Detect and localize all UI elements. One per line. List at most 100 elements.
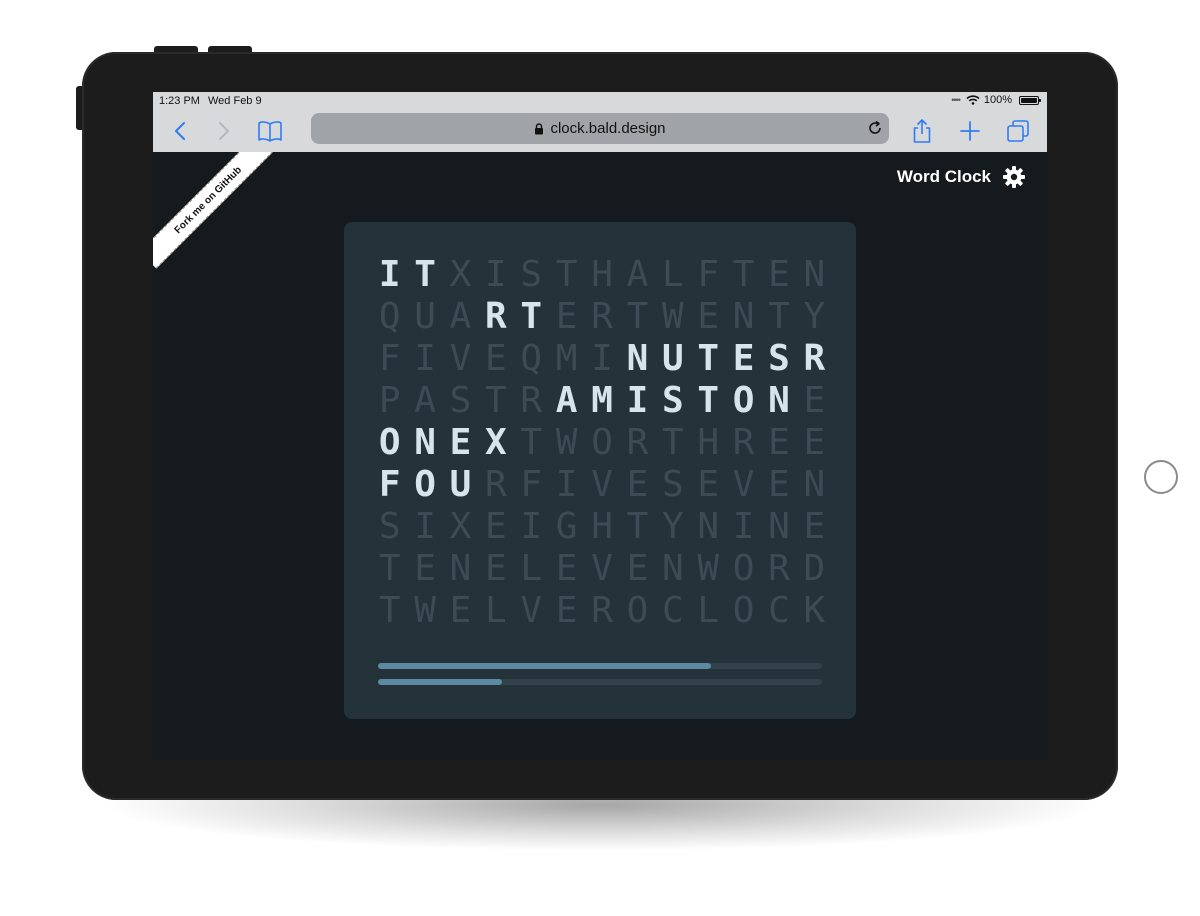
letter-dim: V <box>520 590 543 631</box>
letter-dim: W <box>414 590 436 631</box>
letter-dim: E <box>414 548 436 589</box>
letter-dim: A <box>414 380 436 421</box>
letter-dim: V <box>591 464 613 505</box>
letter-lit: N <box>768 380 790 421</box>
letter-dim: X <box>449 506 472 547</box>
letter-dim: G <box>555 506 578 547</box>
letter-dim: O <box>732 548 755 589</box>
letter-dim: N <box>697 506 720 547</box>
new-tab-icon[interactable] <box>957 118 983 144</box>
letter-dim: E <box>555 590 578 631</box>
back-icon[interactable] <box>167 118 193 144</box>
letter-lit: O <box>732 380 755 421</box>
letter-dim: R <box>485 464 507 505</box>
letter-dim: I <box>555 464 578 505</box>
letter-dim: T <box>485 380 507 421</box>
lock-icon <box>535 122 544 134</box>
cellular-dots-icon: •••• <box>951 95 961 105</box>
letter-dim: F <box>378 338 401 379</box>
letter-dim: O <box>732 590 755 631</box>
letter-lit: T <box>520 296 543 337</box>
letter-lit: U <box>449 464 472 505</box>
share-icon[interactable] <box>909 118 935 144</box>
letter-dim: L <box>697 590 720 631</box>
letter-dim: N <box>449 548 472 589</box>
letter-dim: Y <box>803 296 826 337</box>
letter-dim: U <box>414 296 436 337</box>
minute-progress-fill <box>378 663 711 669</box>
letter-row: FIVEQMINUTESR <box>372 338 832 380</box>
letter-dim: T <box>626 296 649 337</box>
letter-dim: T <box>661 422 684 463</box>
letter-dim: R <box>768 548 790 589</box>
letter-dim: K <box>803 590 826 631</box>
letter-dim: E <box>697 296 720 337</box>
letter-dim: N <box>803 254 826 295</box>
letter-row: ONEXTWORTHREE <box>372 422 832 464</box>
fork-github-ribbon[interactable]: Fork me on GitHub <box>153 152 277 269</box>
letter-dim: A <box>449 296 472 337</box>
letter-grid: ITXISTHALFTENQUARTERTWENTYFIVEQMINUTESRP… <box>372 254 832 632</box>
letter-lit: O <box>414 464 436 505</box>
wifi-icon <box>966 95 980 105</box>
letter-dim: I <box>485 254 507 295</box>
letter-dim: N <box>768 506 790 547</box>
letter-dim: Y <box>661 506 684 547</box>
letter-dim: I <box>732 506 755 547</box>
address-bar[interactable]: clock.bald.design <box>311 113 889 144</box>
letter-dim: E <box>555 548 578 589</box>
letter-dim: Q <box>520 338 543 379</box>
letter-dim: P <box>378 380 401 421</box>
forward-icon[interactable] <box>211 118 237 144</box>
home-button[interactable] <box>1144 460 1178 494</box>
letter-lit: M <box>591 380 613 421</box>
tabs-icon[interactable] <box>1005 118 1031 144</box>
letter-dim: I <box>591 338 613 379</box>
ribbon-label: Fork me on GitHub <box>172 164 244 236</box>
letter-dim: X <box>449 254 472 295</box>
letter-dim: E <box>555 296 578 337</box>
status-time: 1:23 PM <box>159 95 200 107</box>
letter-dim: S <box>378 506 401 547</box>
letter-dim: A <box>626 254 649 295</box>
letter-dim: R <box>591 296 613 337</box>
letter-dim: L <box>485 590 507 631</box>
letter-dim: M <box>555 338 578 379</box>
letter-lit: O <box>378 422 401 463</box>
letter-lit: S <box>768 338 790 379</box>
letter-row: TENELEVENWORD <box>372 548 832 590</box>
letter-dim: W <box>555 422 578 463</box>
letter-dim: T <box>378 590 401 631</box>
status-bar: 1:23 PM Wed Feb 9 •••• 100% <box>153 92 1047 110</box>
letter-dim: R <box>520 380 543 421</box>
word-clock-card: ITXISTHALFTENQUARTERTWENTYFIVEQMINUTESRP… <box>344 222 856 719</box>
letter-dim: T <box>768 296 790 337</box>
gear-icon[interactable] <box>1002 165 1026 189</box>
letter-lit: T <box>697 380 720 421</box>
letter-lit: E <box>732 338 755 379</box>
letter-lit: I <box>378 254 401 295</box>
letter-lit: N <box>626 338 649 379</box>
letter-dim: L <box>520 548 543 589</box>
letter-dim: R <box>626 422 649 463</box>
letter-dim: H <box>697 422 720 463</box>
letter-lit: A <box>555 380 578 421</box>
letter-dim: T <box>732 254 755 295</box>
letter-dim: S <box>661 464 684 505</box>
letter-dim: F <box>697 254 720 295</box>
letter-dim: V <box>591 548 613 589</box>
letter-dim: S <box>520 254 543 295</box>
letter-lit: U <box>661 338 684 379</box>
letter-row: PASTRAMISTONE <box>372 380 832 422</box>
letter-lit: F <box>378 464 401 505</box>
letter-dim: E <box>803 506 826 547</box>
reload-icon[interactable] <box>867 120 883 136</box>
bookmarks-icon[interactable] <box>257 118 283 144</box>
browser-toolbar: clock.bald.design <box>153 110 1047 152</box>
letter-dim: C <box>768 590 790 631</box>
second-progress-fill <box>378 679 503 685</box>
letter-dim: D <box>803 548 826 589</box>
letter-dim: T <box>378 548 401 589</box>
letter-dim: T <box>626 506 649 547</box>
letter-dim: T <box>555 254 578 295</box>
